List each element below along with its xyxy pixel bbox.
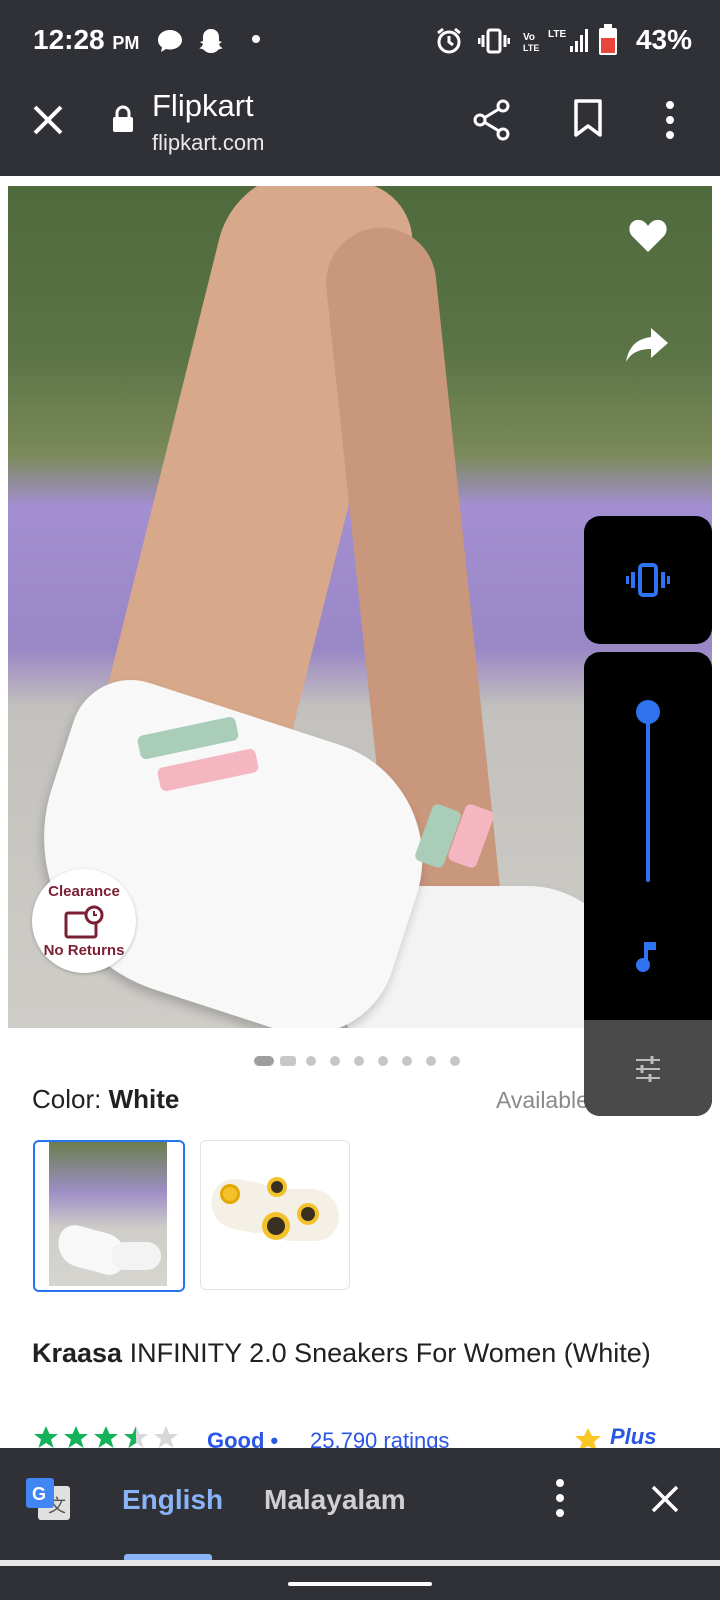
sunflower-pattern [301, 1207, 315, 1221]
thumb-shoe [111, 1242, 161, 1270]
more-options-icon[interactable] [664, 100, 676, 140]
pager-dot[interactable] [306, 1056, 316, 1066]
volume-panel[interactable] [584, 652, 712, 1116]
svg-text:Vo: Vo [523, 32, 535, 43]
status-bar: 12:28 PM Vo LTE LTE 43% [0, 0, 720, 80]
rating-quality-label: Good • [207, 1428, 279, 1450]
color-selection-label: Color: White [32, 1084, 180, 1114]
rating-stars-icon [34, 1426, 178, 1448]
language-tab-malayalam[interactable]: Malayalam [264, 1484, 406, 1516]
sunflower-pattern [223, 1187, 237, 1201]
vibrate-icon [478, 28, 510, 54]
sunflower-pattern [271, 1181, 283, 1193]
page-title: Flipkart [152, 88, 254, 123]
google-translate-icon: 文G [26, 1478, 70, 1520]
ratings-count-link[interactable]: 25,790 ratings [310, 1428, 449, 1450]
ringer-mode-button[interactable] [584, 516, 712, 644]
svg-text:LTE: LTE [548, 29, 566, 40]
wishlist-heart-icon[interactable] [628, 218, 668, 254]
svg-text:LTE: LTE [523, 43, 539, 52]
sliders-settings-icon [636, 1056, 660, 1082]
snapchat-icon [199, 29, 223, 53]
volte-icon: VoLTE [523, 32, 539, 52]
alarm-icon [437, 27, 461, 54]
pager-dot[interactable] [330, 1056, 340, 1066]
availability-text: Available [496, 1087, 586, 1113]
share-icon[interactable] [472, 98, 512, 142]
status-time: 12:28 PM [33, 24, 140, 55]
return-box-icon [64, 905, 104, 939]
translate-close-icon[interactable] [650, 1484, 680, 1514]
lock-icon [113, 105, 133, 132]
battery-icon [599, 24, 617, 55]
home-gesture-pill[interactable] [288, 1582, 432, 1586]
system-navigation-bar [0, 1560, 720, 1600]
custom-tab-toolbar: Flipkart flipkart.com [0, 80, 720, 176]
translate-bar: 文G English Malayalam [0, 1448, 720, 1560]
battery-percent: 43% [635, 24, 692, 55]
svg-text:G: G [32, 1484, 46, 1504]
vibrate-icon [626, 563, 670, 597]
translate-more-icon[interactable] [554, 1478, 566, 1518]
sunflower-pattern [267, 1217, 285, 1235]
pager-dot[interactable] [426, 1056, 436, 1066]
share-arrow-icon[interactable] [624, 326, 670, 364]
language-tab-english[interactable]: English [122, 1484, 223, 1516]
volume-slider-track[interactable] [646, 712, 650, 882]
messages-icon [158, 30, 182, 52]
pager-video-dot[interactable] [280, 1056, 296, 1066]
page-url: flipkart.com [152, 130, 265, 155]
lte-signal-icon: LTE [548, 29, 588, 52]
volume-slider-knob[interactable] [636, 700, 660, 724]
pager-dot[interactable] [402, 1056, 412, 1066]
bookmark-icon[interactable] [572, 98, 604, 138]
pager-dot[interactable] [450, 1056, 460, 1066]
color-option-white[interactable] [33, 1140, 185, 1292]
color-option-sunflower[interactable] [200, 1140, 350, 1290]
clearance-no-returns-badge: Clearance No Returns [32, 869, 136, 973]
plus-badge: Plus [610, 1424, 657, 1449]
volume-settings-button[interactable] [584, 1020, 712, 1116]
music-note-icon [636, 942, 656, 972]
product-title: Kraasa INFINITY 2.0 Sneakers For Women (… [32, 1338, 651, 1368]
pager-dot[interactable] [354, 1056, 364, 1066]
close-icon[interactable] [30, 102, 66, 138]
notification-dot-icon [252, 35, 260, 43]
pager-dot[interactable] [378, 1056, 388, 1066]
pager-dot-active[interactable] [254, 1056, 274, 1066]
